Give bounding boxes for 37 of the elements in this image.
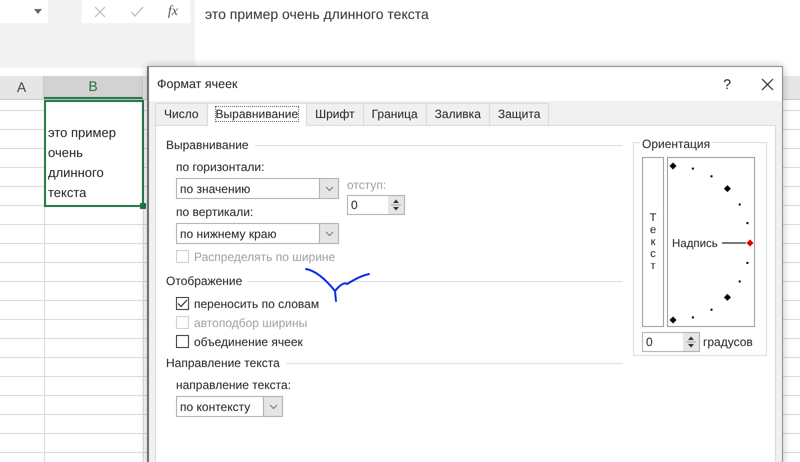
checkbox-label[interactable]: переносить по словам [194,294,320,312]
spinner-arrows-icon[interactable] [683,333,699,351]
group-title: Направление текста [166,355,280,372]
column-header[interactable]: B [44,76,143,99]
dropdown[interactable]: по значению [176,178,339,199]
dialog-tab[interactable]: Выравнивание [206,103,308,126]
help-button[interactable]: ? [723,74,731,94]
dialog-title: Формат ячеек [157,76,238,93]
formula-bar-text[interactable]: это пример очень длинного текста [205,6,429,22]
caret-icon [268,403,278,410]
field-label: по горизонтали: [176,159,266,176]
active-cell[interactable]: это пример очень длинного текста [44,100,144,207]
checkbox-label: Распределять по ширине [194,248,336,266]
field-label: по вертикали: [176,204,254,221]
insert-function-button[interactable]: fx [168,1,178,22]
checkbox[interactable] [176,297,189,310]
close-icon[interactable] [761,78,774,90]
vertical-text-button[interactable]: Текст [642,157,664,327]
group-title: Выравнивание [166,137,249,154]
field-label: направление текста: [176,377,292,394]
checkbox[interactable] [176,335,189,348]
dropdown[interactable]: по контексту [176,396,283,417]
dropdown-caret-icon[interactable] [34,9,42,14]
field-label: отступ: [347,177,388,194]
dropdown[interactable]: по нижнему краю [176,223,339,244]
caret-icon [324,230,334,237]
fill-handle[interactable] [140,203,146,209]
degrees-spinner[interactable]: 0 [642,332,700,352]
group-title: Отображение [166,273,242,290]
dialog-tab[interactable]: Защита [488,103,550,125]
caret-icon [324,185,334,192]
checkbox-label[interactable]: объединение ячеек [194,332,303,350]
dialog-tab[interactable]: Число [155,103,208,125]
spinner-arrows-icon[interactable] [388,196,404,214]
checkbox-label: автоподбор ширины [194,314,308,332]
degrees-label: градусов [703,334,753,351]
check-icon [177,299,188,308]
